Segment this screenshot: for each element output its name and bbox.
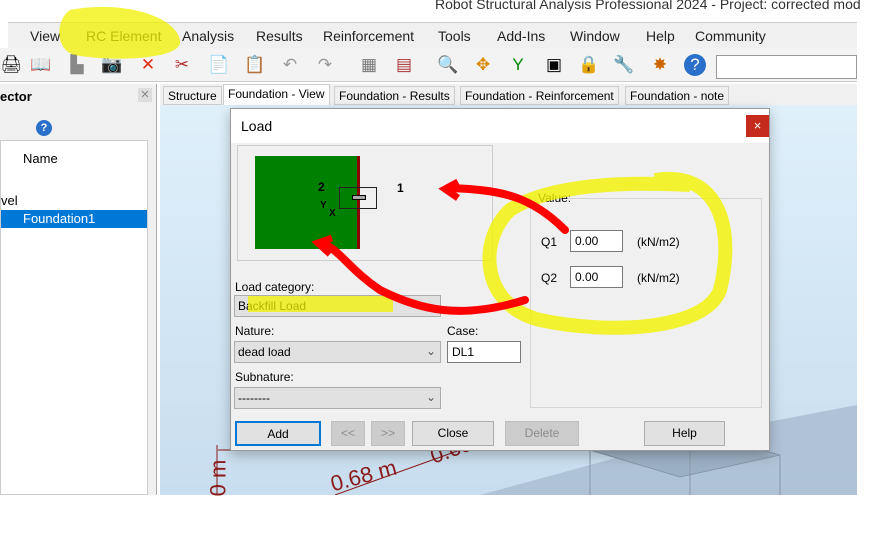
footing-symbol xyxy=(339,187,377,209)
face-label-1: 1 xyxy=(397,181,404,195)
help-icon[interactable]: ? xyxy=(36,120,52,136)
copy-icon[interactable]: 📄 xyxy=(208,54,230,76)
delete-button[interactable]: Delete xyxy=(505,421,579,446)
face-label-2: 2 xyxy=(318,180,325,194)
load-category-select[interactable]: Backfill Load xyxy=(234,295,441,317)
menu-analysis[interactable]: Analysis xyxy=(182,28,234,44)
tab-foundation-note[interactable]: Foundation - note xyxy=(625,86,730,105)
tab-foundation-reinforcement[interactable]: Foundation - Reinforcement xyxy=(460,86,619,105)
search-input[interactable] xyxy=(716,55,857,79)
nature-label: Nature: xyxy=(235,324,275,338)
subnature-label: Subnature: xyxy=(235,370,294,384)
q1-label: Q1 xyxy=(541,235,558,249)
menu-window[interactable]: Window xyxy=(570,28,620,44)
window-title: Robot Structural Analysis Professional 2… xyxy=(435,0,861,12)
selected-value: Backfill Load xyxy=(238,299,307,313)
object-tree: Name vel Foundation1 xyxy=(0,140,148,495)
axis-x-label: X xyxy=(329,208,336,219)
q2-input[interactable]: 0.00 xyxy=(570,266,623,288)
menu-community[interactable]: Community xyxy=(695,28,766,44)
q2-label: Q2 xyxy=(541,271,558,285)
panel-title: ector xyxy=(0,89,32,104)
book-icon[interactable]: 📖 xyxy=(30,54,52,76)
dimension-label: 0 m xyxy=(205,459,231,497)
close-dialog-button[interactable]: × xyxy=(746,115,769,137)
tree-group[interactable]: vel xyxy=(1,193,18,208)
q2-unit: (kN/m2) xyxy=(637,271,680,285)
lock-icon[interactable]: 🔒 xyxy=(578,54,600,76)
q1-unit: (kN/m2) xyxy=(637,235,680,249)
menu-bar: View RC Element Analysis Results Reinfor… xyxy=(8,22,857,48)
menu-help[interactable]: Help xyxy=(646,28,675,44)
load-dialog: Load × 2 1 Y X Load category: Backfill L… xyxy=(230,108,770,451)
close-panel-icon[interactable]: ✕ xyxy=(138,88,152,102)
menu-results[interactable]: Results xyxy=(256,28,303,44)
add-button[interactable]: Add xyxy=(235,421,321,446)
node-icon[interactable]: Y xyxy=(507,54,529,76)
menu-add-ins[interactable]: Add-Ins xyxy=(497,28,545,44)
calculator-icon[interactable]: ▤ xyxy=(393,54,415,76)
dialog-titlebar: Load × xyxy=(231,109,769,143)
case-label: Case: xyxy=(447,324,479,338)
redo-icon[interactable]: ↷ xyxy=(314,54,336,76)
preview-icon[interactable]: ▙ xyxy=(66,54,88,76)
print-icon[interactable]: 🖨 xyxy=(0,54,22,76)
cut-icon[interactable]: ✂ xyxy=(171,54,193,76)
chevron-down-icon: ⌄ xyxy=(425,390,436,404)
column-header-name[interactable]: Name xyxy=(23,151,58,166)
tree-item-foundation1[interactable]: Foundation1 xyxy=(1,210,147,228)
help-button[interactable]: Help xyxy=(644,421,725,446)
value-label: Value: xyxy=(538,191,572,205)
case-input[interactable]: DL1 xyxy=(447,341,521,363)
camera-icon[interactable]: 📷 xyxy=(101,54,123,76)
load-category-label: Load category: xyxy=(235,280,315,294)
settings-icon[interactable]: ✸ xyxy=(649,54,671,76)
tab-foundation-view[interactable]: Foundation - View xyxy=(223,84,330,105)
delete-icon[interactable]: ✕ xyxy=(137,54,159,76)
chevron-down-icon: ⌄ xyxy=(425,344,436,358)
help-icon[interactable]: ? xyxy=(684,54,706,76)
selected-value: -------- xyxy=(238,391,270,405)
nature-select[interactable]: dead load ⌄ xyxy=(234,341,441,363)
next-button[interactable]: >> xyxy=(371,421,405,446)
wrench-icon[interactable]: 🔧 xyxy=(613,54,635,76)
tab-foundation-results[interactable]: Foundation - Results xyxy=(334,86,455,105)
subnature-select[interactable]: -------- ⌄ xyxy=(234,387,441,409)
paste-icon[interactable]: 📋 xyxy=(244,54,266,76)
object-inspector-panel: ector ✕ ? Name vel Foundation1 xyxy=(0,84,157,495)
previous-button[interactable]: << xyxy=(331,421,365,446)
axis-y-label: Y xyxy=(320,200,327,211)
menu-reinforcement[interactable]: Reinforcement xyxy=(323,28,414,44)
menu-view[interactable]: View xyxy=(30,28,60,44)
close-button[interactable]: Close xyxy=(412,421,494,446)
value-group xyxy=(530,198,762,408)
document-tabs: Structure Foundation - View Foundation -… xyxy=(160,84,857,105)
selected-value: dead load xyxy=(238,345,291,359)
pan-icon[interactable]: ✥ xyxy=(472,54,494,76)
undo-icon[interactable]: ↶ xyxy=(279,54,301,76)
load-preview: 2 1 Y X xyxy=(237,145,493,261)
dialog-title: Load xyxy=(241,118,273,134)
tab-structure[interactable]: Structure xyxy=(163,86,222,105)
menu-tools[interactable]: Tools xyxy=(438,28,471,44)
table-icon[interactable]: ▦ xyxy=(358,54,380,76)
frame-icon[interactable]: ▣ xyxy=(543,54,565,76)
menu-rc-element[interactable]: RC Element xyxy=(86,28,161,44)
zoom-icon[interactable]: 🔍 xyxy=(437,54,459,76)
q1-input[interactable]: 0.00 xyxy=(570,230,623,252)
